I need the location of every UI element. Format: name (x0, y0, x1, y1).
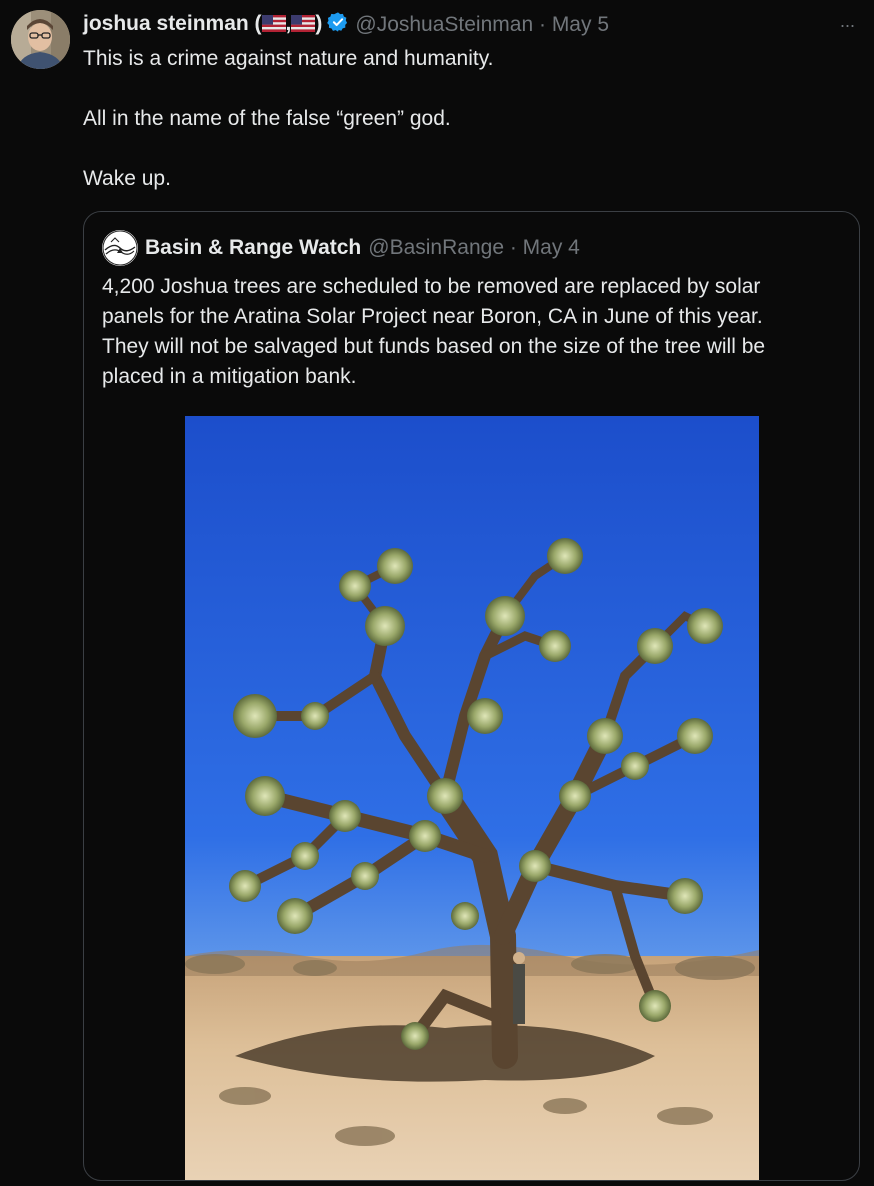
quoted-author-avatar[interactable] (102, 230, 138, 266)
us-flag-icon (261, 14, 286, 38)
basin-range-logo-icon (102, 230, 138, 266)
quoted-tweet-text: 4,200 Joshua trees are scheduled to be r… (102, 272, 847, 392)
quoted-author-name[interactable]: Basin & Range Watch (145, 236, 361, 260)
more-icon: ··· (839, 14, 856, 35)
verified-badge-icon (327, 11, 349, 39)
tweet-line: Wake up. (83, 167, 171, 190)
quoted-tweet[interactable]: Basin & Range Watch @BasinRange · May 4 … (83, 211, 860, 1181)
author-handle[interactable]: @JoshuaSteinman (355, 13, 533, 37)
separator-dot: · (504, 236, 523, 259)
tweet-date[interactable]: May 5 (552, 13, 609, 37)
avatar-photo (11, 10, 70, 69)
author-avatar[interactable] (11, 10, 70, 69)
quoted-tweet-line: panels for the Aratina Solar Project nea… (102, 305, 763, 328)
quoted-tweet-date[interactable]: May 4 (523, 236, 580, 260)
tweet-line: All in the name of the false “green” god… (83, 107, 451, 130)
quoted-tweet-line: placed in a mitigation bank. (102, 365, 357, 388)
quoted-author-handle[interactable]: @BasinRange (368, 236, 504, 260)
tweet-header: joshua steinman ( , ) @JoshuaSteinman · … (83, 10, 609, 40)
quoted-tweet-line: 4,200 Joshua trees are scheduled to be r… (102, 275, 761, 298)
author-name-prefix: joshua steinman ( (83, 12, 262, 35)
more-options-button[interactable]: ··· (832, 14, 862, 36)
tweet-text: This is a crime against nature and human… (83, 44, 843, 194)
author-name[interactable]: joshua steinman ( , ) (83, 12, 322, 38)
us-flag-icon (291, 14, 316, 38)
joshua-tree-photo[interactable] (185, 416, 759, 1180)
tweet: joshua steinman ( , ) @JoshuaSteinman · … (0, 0, 874, 1186)
separator-dot: · (533, 13, 552, 36)
tweet-line: This is a crime against nature and human… (83, 47, 494, 70)
quoted-tweet-line: They will not be salvaged but funds base… (102, 335, 766, 358)
author-name-suffix: ) (315, 12, 323, 35)
quoted-tweet-header: Basin & Range Watch @BasinRange · May 4 (145, 233, 580, 263)
